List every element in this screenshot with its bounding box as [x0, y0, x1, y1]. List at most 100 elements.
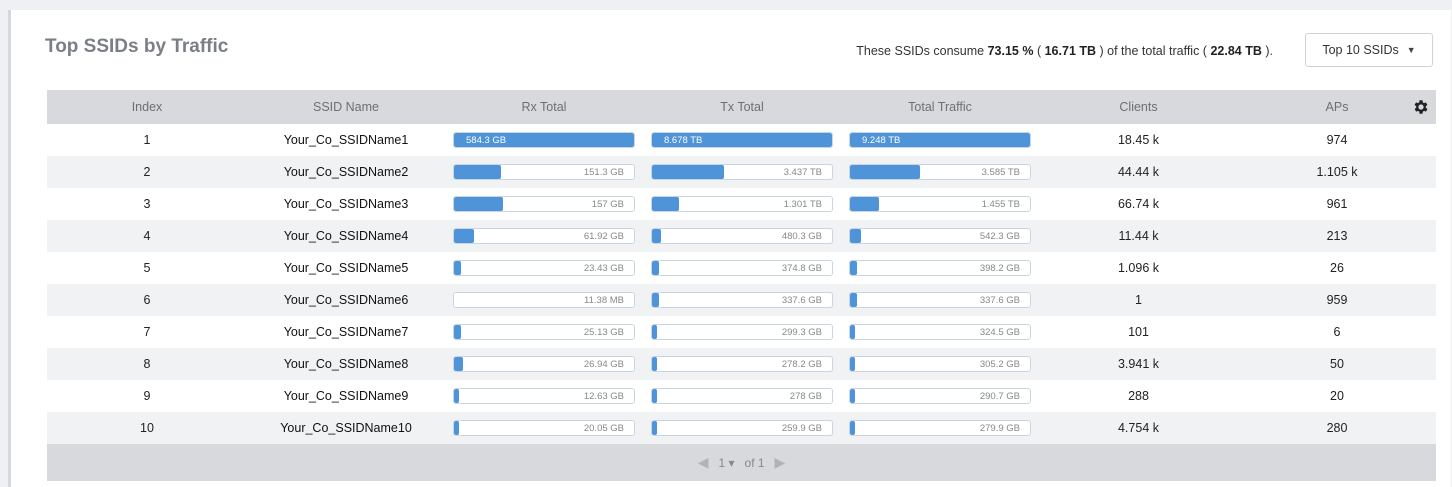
cell-total-traffic-bar-fill [850, 325, 856, 339]
cell-index: 6 [143, 293, 151, 307]
cell-aps: 959 [1326, 293, 1348, 307]
cell-rx-total-label: 26.94 GB [583, 359, 624, 370]
cell-total-traffic: 9.248 TB [841, 124, 1039, 156]
cell-tx-total-bar-fill [652, 197, 679, 211]
table-row[interactable]: 4 Your_Co_SSIDName4 61.92 GB 480.3 GB 542.3 … [47, 220, 1436, 252]
cell-rx-total-bar: 584.3 GB [453, 132, 635, 148]
summary-ssid-traffic: 16.71 TB [1044, 44, 1097, 58]
cell-total-traffic-bar: 290.7 GB [849, 388, 1031, 404]
table-header-row: Index SSID Name Rx Total Tx Total Total … [47, 90, 1436, 124]
top-n-dropdown[interactable]: Top 10 SSIDs ▼ [1305, 33, 1433, 67]
table-row[interactable]: 8 Your_Co_SSIDName8 26.94 GB 278.2 GB 305.2 … [47, 348, 1436, 380]
table-row[interactable]: 10 Your_Co_SSIDName10 20.05 GB 259.9 GB 279.… [47, 412, 1436, 444]
cell-rx-total-bar-fill [454, 325, 462, 339]
cell-tx-total-bar-fill [652, 229, 661, 243]
cell-rx-total-label: 25.13 GB [583, 327, 624, 338]
col-clients[interactable]: Clients [1039, 90, 1238, 124]
page-of-label: of 1 [744, 455, 765, 470]
col-total-traffic[interactable]: Total Traffic [841, 90, 1039, 124]
cell-ssid-name: Your_Co_SSIDName9 [283, 389, 409, 403]
cell-total-traffic-label: 324.5 GB [979, 327, 1020, 338]
cell-tx-total-bar-fill [652, 261, 660, 275]
cell-total-traffic-bar-fill [850, 293, 858, 307]
cell-aps: 213 [1326, 229, 1348, 243]
cell-rx-total-label: 12.63 GB [583, 391, 624, 402]
table-row[interactable]: 5 Your_Co_SSIDName5 23.43 GB 374.8 GB 398.2 … [47, 252, 1436, 284]
cell-total-traffic-bar-fill [850, 165, 921, 179]
cell-tx-total-bar-fill [652, 421, 658, 435]
table-row[interactable]: 1 Your_Co_SSIDName1 584.3 GB 8.678 TB 9.248 … [47, 124, 1436, 156]
cell-rx-total-label: 11.38 MB [584, 295, 624, 306]
cell-rx-total: 157 GB [445, 188, 643, 220]
cell-tx-total-bar-fill [652, 357, 658, 371]
cell-rx-total: 20.05 GB [445, 412, 643, 444]
cell-tx-total-bar-fill [652, 165, 724, 179]
cell-total-traffic-bar: 3.585 TB [849, 164, 1031, 180]
cell-tx-total-label: 480.3 GB [781, 231, 822, 242]
cell-tx-total-bar-fill [652, 325, 658, 339]
cell-total-traffic: 3.585 TB [841, 156, 1039, 188]
cell-rx-total-bar: 151.3 GB [453, 164, 635, 180]
cell-tx-total-label: 1.301 TB [783, 199, 822, 210]
cell-tx-total-bar-fill [652, 389, 658, 403]
cell-tx-total: 278 GB [643, 380, 841, 412]
cell-rx-total-bar-fill [454, 165, 501, 179]
cell-tx-total: 8.678 TB [643, 124, 841, 156]
table-row[interactable]: 3 Your_Co_SSIDName3 157 GB 1.301 TB 1.455 TB… [47, 188, 1436, 220]
page-select[interactable]: 1 ▾ [718, 456, 734, 470]
cell-total-traffic: 305.2 GB [841, 348, 1039, 380]
summary-suffix: ). [1265, 44, 1273, 58]
cell-total-traffic-label: 290.7 GB [979, 391, 1020, 402]
cell-rx-total-bar-fill [454, 229, 474, 243]
col-index[interactable]: Index [47, 90, 247, 124]
cell-rx-total: 11.38 MB [445, 284, 643, 316]
cell-total-traffic: 398.2 GB [841, 252, 1039, 284]
cell-total-traffic-label: 305.2 GB [979, 359, 1020, 370]
cell-total-traffic: 337.6 GB [841, 284, 1039, 316]
cell-clients: 1.096 k [1117, 261, 1159, 275]
cell-rx-total-bar-fill [454, 261, 462, 275]
cell-rx-total-bar-fill [454, 357, 463, 371]
cell-tx-total-label: 259.9 GB [781, 423, 822, 434]
table-row[interactable]: 2 Your_Co_SSIDName2 151.3 GB 3.437 TB 3.585 … [47, 156, 1436, 188]
cell-index: 7 [143, 325, 151, 339]
cell-clients: 44.44 k [1117, 165, 1159, 179]
col-aps[interactable]: APs [1238, 90, 1436, 124]
cell-ssid-name: Your_Co_SSIDName1 [283, 133, 409, 147]
cell-index: 1 [143, 133, 151, 147]
cell-rx-total-bar: 20.05 GB [453, 420, 635, 436]
cell-rx-total: 584.3 GB [445, 124, 643, 156]
cell-tx-total-bar: 278.2 GB [651, 356, 833, 372]
table-row[interactable]: 6 Your_Co_SSIDName6 11.38 MB 337.6 GB 337.6 … [47, 284, 1436, 316]
col-rx-total[interactable]: Rx Total [445, 90, 643, 124]
cell-clients: 101 [1128, 325, 1149, 339]
cell-tx-total-bar: 299.3 GB [651, 324, 833, 340]
arrow-left-icon[interactable]: ◀ [698, 454, 709, 471]
arrow-right-icon[interactable]: ▶ [775, 454, 786, 471]
cell-tx-total-bar-fill [652, 293, 660, 307]
cell-tx-total-label: 278.2 GB [781, 359, 822, 370]
col-ssid-name[interactable]: SSID Name [247, 90, 445, 124]
col-tx-total[interactable]: Tx Total [643, 90, 841, 124]
cell-tx-total: 480.3 GB [643, 220, 841, 252]
cell-rx-total-label: 20.05 GB [583, 423, 624, 434]
widget-title: Top SSIDs by Traffic [45, 36, 229, 57]
cell-total-traffic-bar-fill [850, 197, 879, 211]
cell-rx-total: 12.63 GB [445, 380, 643, 412]
cell-aps: 961 [1326, 197, 1348, 211]
summary-mid2: ) of the total traffic ( [1099, 44, 1207, 58]
gear-icon[interactable] [1412, 98, 1430, 116]
cell-clients: 18.45 k [1117, 133, 1159, 147]
cell-total-traffic: 542.3 GB [841, 220, 1039, 252]
cell-total-traffic-bar: 279.9 GB [849, 420, 1031, 436]
cell-total-traffic: 279.9 GB [841, 412, 1039, 444]
cell-clients: 3.941 k [1117, 357, 1159, 371]
cell-tx-total-label: 374.8 GB [781, 263, 822, 274]
cell-ssid-name: Your_Co_SSIDName10 [280, 421, 412, 435]
cell-index: 2 [143, 165, 151, 179]
summary-mid1: ( [1036, 44, 1042, 58]
table-row[interactable]: 9 Your_Co_SSIDName9 12.63 GB 278 GB 290.7 GB… [47, 380, 1436, 412]
table-row[interactable]: 7 Your_Co_SSIDName7 25.13 GB 299.3 GB 324.5 … [47, 316, 1436, 348]
cell-aps: 26 [1330, 261, 1344, 275]
cell-total-traffic-label: 279.9 GB [979, 423, 1020, 434]
